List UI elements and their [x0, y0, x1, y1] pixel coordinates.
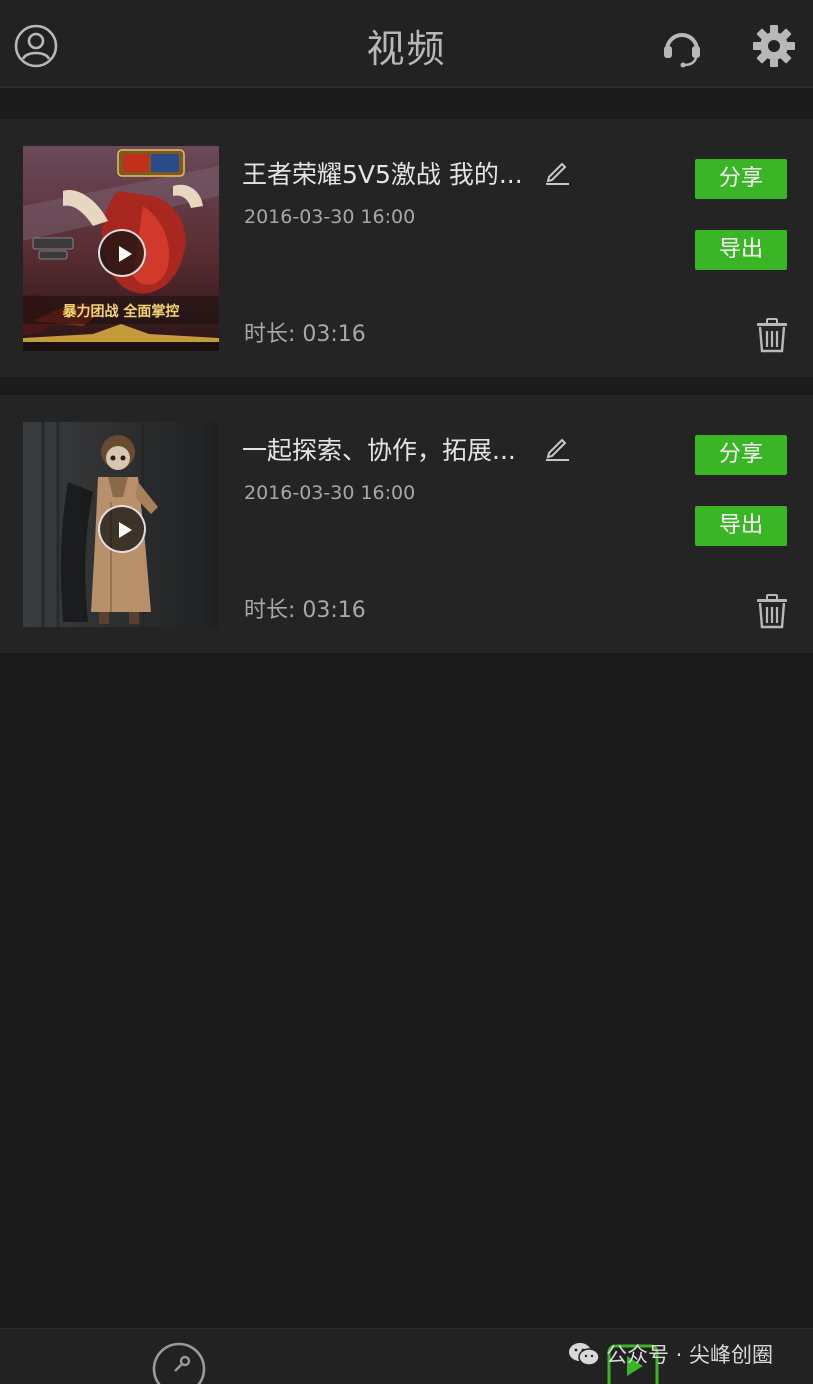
- watermark: 公众号 · 尖峰创圈: [568, 1339, 773, 1369]
- edit-pencil-icon[interactable]: [543, 157, 571, 185]
- delete-trash-icon[interactable]: [755, 593, 789, 629]
- export-button[interactable]: 导出: [695, 230, 787, 270]
- video-list-item[interactable]: 一起探索、协作，拓展... 2016-03-30 16:00 时长: 03:16…: [0, 395, 813, 653]
- thumbnail-caption: 暴力团战 全面掌控: [62, 303, 180, 320]
- edit-pencil-icon[interactable]: [543, 433, 571, 461]
- watermark-text: 公众号 · 尖峰创圈: [606, 1343, 774, 1367]
- delete-trash-icon[interactable]: [755, 317, 789, 353]
- video-date: 2016-03-30 16:00: [244, 206, 416, 228]
- video-thumbnail[interactable]: [23, 422, 219, 627]
- customer-support-icon[interactable]: [658, 22, 706, 70]
- video-list-item[interactable]: 暴力团战 全面掌控 王者荣耀5V5激战 我的... 2016-03-30 16:…: [0, 119, 813, 377]
- wechat-icon: [568, 1341, 600, 1367]
- play-icon[interactable]: [98, 505, 146, 553]
- play-icon[interactable]: [98, 229, 146, 277]
- video-thumbnail[interactable]: 暴力团战 全面掌控: [23, 146, 219, 351]
- bottom-tab-bar: 公众号 · 尖峰创圈: [0, 1328, 813, 1384]
- settings-gear-icon[interactable]: [750, 22, 798, 70]
- video-duration: 时长: 03:16: [244, 598, 366, 623]
- video-title: 一起探索、协作，拓展...: [242, 436, 516, 465]
- video-date: 2016-03-30 16:00: [244, 482, 416, 504]
- app-root: 视频 暴力团战 全面掌控 王者荣耀5V5激战 我的... 2016-03-30 …: [0, 0, 813, 1384]
- video-title: 王者荣耀5V5激战 我的...: [242, 160, 523, 189]
- video-duration: 时长: 03:16: [244, 322, 366, 347]
- share-button[interactable]: 分享: [695, 435, 787, 475]
- export-button[interactable]: 导出: [695, 506, 787, 546]
- top-bar: 视频: [0, 0, 813, 88]
- share-button[interactable]: 分享: [695, 159, 787, 199]
- tab-camera-icon[interactable]: [151, 1341, 207, 1384]
